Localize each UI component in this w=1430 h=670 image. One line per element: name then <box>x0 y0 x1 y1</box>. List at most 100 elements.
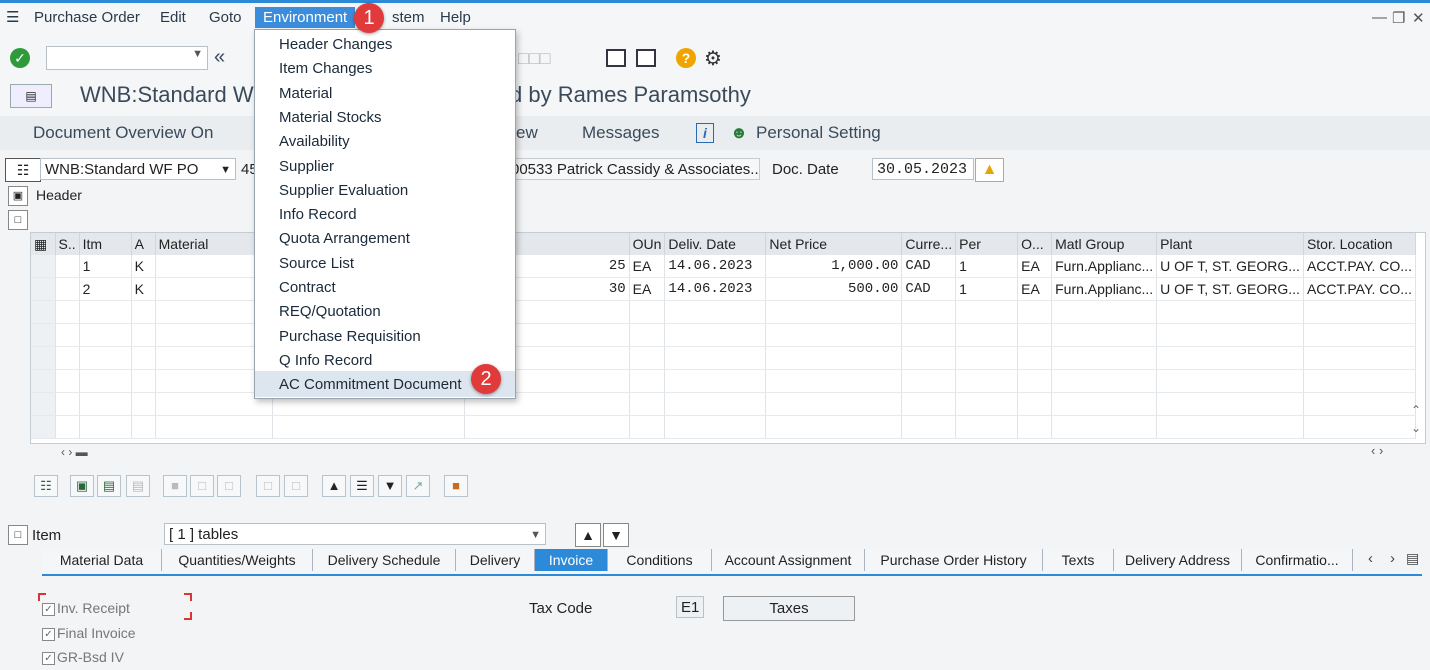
table-row[interactable]: 1 K 25 EA 14.06.2023 1,000.00 CAD 1 EA F… <box>31 255 1416 278</box>
sort-descending-icon[interactable]: ☰ <box>350 475 374 497</box>
col-status[interactable]: S.. <box>55 233 80 255</box>
select-all-icon[interactable]: ▣ <box>70 475 94 497</box>
scroll-horizontal-icon[interactable]: ‹ › <box>1371 443 1383 458</box>
cell-stor-location[interactable]: ACCT.PAY. CO... <box>1303 255 1416 278</box>
col-order-unit[interactable]: OUn <box>629 233 666 255</box>
row-selector[interactable] <box>31 369 56 393</box>
final-invoice-checkbox[interactable]: ✓ Final Invoice <box>42 625 136 641</box>
cell-oun[interactable]: EA <box>629 255 666 278</box>
additional-planning-icon[interactable]: ■ <box>444 475 468 497</box>
item-overview-toggle-icon[interactable]: □ <box>8 210 28 230</box>
col-stor-location[interactable]: Stor. Location <box>1303 233 1416 255</box>
tab-purchase-order-history[interactable]: Purchase Order History <box>865 549 1043 571</box>
cell-acct[interactable]: K <box>131 255 156 278</box>
screen-icon[interactable]: ▤ <box>10 84 52 108</box>
po-type-select[interactable]: WNB:Standard WF PO ▼ <box>40 158 236 180</box>
cell-matl-group[interactable]: Furn.Applianc... <box>1051 277 1158 301</box>
menu-item-purchase-requisition[interactable]: Purchase Requisition <box>279 328 421 345</box>
back-icon[interactable]: « <box>214 46 225 69</box>
table-row-empty[interactable] <box>31 346 1416 370</box>
tab-account-assignment[interactable]: Account Assignment <box>712 549 865 571</box>
settings-gear-icon[interactable]: ⚙ <box>704 46 722 71</box>
cell-stor-location[interactable]: ACCT.PAY. CO... <box>1303 277 1416 301</box>
menu-purchase-order[interactable]: Purchase Order <box>34 9 140 26</box>
tab-conditions[interactable]: Conditions <box>608 549 712 571</box>
deselect-all-icon[interactable]: ▤ <box>97 475 121 497</box>
tab-quantities-weights[interactable]: Quantities/Weights <box>162 549 313 571</box>
gr-bsd-iv-checkbox[interactable]: ✓ GR-Bsd IV <box>42 649 124 665</box>
scroll-up-icon[interactable]: ⌃ <box>1411 403 1421 417</box>
row-selector[interactable] <box>31 392 56 416</box>
info-icon[interactable]: i <box>696 123 714 143</box>
cell-item[interactable]: 1 <box>79 255 132 278</box>
sort-ascending-icon[interactable]: ▲ <box>322 475 346 497</box>
shortcut-icon[interactable] <box>636 49 656 67</box>
table-settings-icon[interactable]: ▦ <box>31 233 56 255</box>
tab-list-icon[interactable]: ▤ <box>1406 550 1419 567</box>
select-block-icon[interactable]: ▤ <box>126 475 150 497</box>
next-item-icon[interactable]: ▼ <box>603 523 629 547</box>
menu-item-availability[interactable]: Availability <box>279 133 350 150</box>
tax-code-field[interactable]: E1 <box>676 596 704 618</box>
cell-delivery-date[interactable]: 14.06.2023 <box>664 277 767 301</box>
item-selector[interactable]: [ 1 ] tables ▼ <box>164 523 546 545</box>
menu-system[interactable]: stem <box>392 9 425 26</box>
tab-scroll-right-icon[interactable]: › <box>1390 550 1395 567</box>
table-row-empty[interactable] <box>31 300 1416 324</box>
menu-item-item-changes[interactable]: Item Changes <box>279 60 372 77</box>
tab-invoice[interactable]: Invoice <box>535 549 608 571</box>
chevron-down-icon[interactable]: ▼ <box>192 48 203 60</box>
cell-opu[interactable]: EA <box>1017 277 1053 301</box>
close-icon[interactable]: ✕ <box>1412 9 1425 27</box>
row-selector[interactable] <box>31 255 56 278</box>
minimize-icon[interactable]: — <box>1372 9 1387 26</box>
col-plant[interactable]: Plant <box>1156 233 1304 255</box>
filter-icon[interactable]: ▼ <box>378 475 402 497</box>
copy-icon[interactable]: □ <box>256 475 280 497</box>
details-icon[interactable]: ☷ <box>34 475 58 497</box>
col-matl-group[interactable]: Matl Group <box>1051 233 1158 255</box>
chevron-down-icon[interactable]: ▼ <box>220 159 231 179</box>
cell-plant[interactable]: U OF T, ST. GEORG... <box>1156 255 1304 278</box>
cart-icon[interactable]: ☷ <box>5 158 41 182</box>
tab-delivery-schedule[interactable]: Delivery Schedule <box>313 549 456 571</box>
col-account-assignment[interactable]: A <box>131 233 156 255</box>
tab-texts[interactable]: Texts <box>1043 549 1114 571</box>
scroll-left-icon[interactable]: ‹ › ▬ <box>61 445 88 459</box>
table-row-empty[interactable] <box>31 323 1416 347</box>
menu-item-q-info-record[interactable]: Q Info Record <box>279 352 372 369</box>
enter-check-icon[interactable]: ✓ <box>10 48 30 68</box>
menu-item-source-list[interactable]: Source List <box>279 255 354 272</box>
row-selector[interactable] <box>31 300 56 324</box>
scroll-down-icon[interactable]: ⌄ <box>1411 421 1421 435</box>
cell-per[interactable]: 1 <box>955 255 1019 278</box>
help-icon[interactable]: ? <box>676 48 696 68</box>
delete-icon[interactable]: ■ <box>163 475 187 497</box>
col-delivery-date[interactable]: Deliv. Date <box>664 233 767 255</box>
header-expand-icon[interactable]: ▣ <box>8 186 28 206</box>
item-collapse-icon[interactable]: □ <box>8 525 28 545</box>
cell-delivery-date[interactable]: 14.06.2023 <box>664 255 767 278</box>
tab-scroll-left-icon[interactable]: ‹ <box>1368 550 1373 567</box>
menu-item-req-quotation[interactable]: REQ/Quotation <box>279 303 381 320</box>
cell-matl-group[interactable]: Furn.Applianc... <box>1051 255 1158 278</box>
taxes-button[interactable]: Taxes <box>723 596 855 621</box>
row-selector[interactable] <box>31 277 56 301</box>
menu-item-ac-commitment-document[interactable]: AC Commitment Document <box>279 376 462 393</box>
paste-icon[interactable]: □ <box>284 475 308 497</box>
row-selector[interactable] <box>31 323 56 347</box>
previous-item-icon[interactable]: ▲ <box>575 523 601 547</box>
col-order-price-unit[interactable]: O... <box>1017 233 1053 255</box>
col-currency[interactable]: Curre... <box>901 233 957 255</box>
cell-oun[interactable]: EA <box>629 277 666 301</box>
menu-item-contract[interactable]: Contract <box>279 279 336 296</box>
cell-net-price[interactable]: 500.00 <box>765 277 903 301</box>
warning-icon[interactable]: ▲ <box>975 158 1004 182</box>
cell-currency[interactable]: CAD <box>901 255 957 278</box>
row-selector[interactable] <box>31 415 56 439</box>
menu-item-supplier[interactable]: Supplier <box>279 158 334 175</box>
menu-help[interactable]: Help <box>440 9 471 26</box>
doc-date-field[interactable]: 30.05.2023 <box>872 158 974 180</box>
personal-setting-button[interactable]: Personal Setting <box>756 123 881 143</box>
person-icon[interactable]: ☻ <box>730 123 748 143</box>
